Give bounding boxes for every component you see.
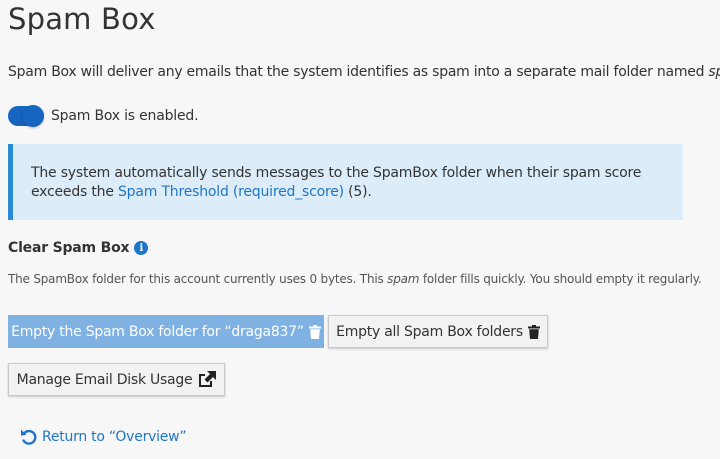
description-text: Spam Box will deliver any emails that th… [8, 64, 709, 80]
empty-user-spam-box-button[interactable]: Empty the Spam Box folder for “draga837” [8, 315, 324, 348]
note-folder-name: spam [387, 272, 420, 286]
note-text-end: folder fills quickly. You should empty i… [419, 272, 702, 286]
page-description: Spam Box will deliver any emails that th… [8, 64, 720, 80]
spam-threshold-link[interactable]: Spam Threshold (required_score) [118, 184, 344, 200]
clear-spam-box-heading: Clear Spam Box i [8, 240, 149, 256]
toggle-knob [22, 105, 44, 127]
manage-disk-button-label: Manage Email Disk Usage [16, 371, 193, 388]
return-link-label: Return to “Overview” [42, 429, 187, 445]
section-title-text: Clear Spam Box [8, 240, 130, 256]
return-to-overview-link[interactable]: Return to “Overview” [20, 428, 187, 446]
undo-icon [21, 429, 37, 445]
spam-box-toggle-row: Spam Box is enabled. [8, 105, 199, 127]
manage-disk-usage-button[interactable]: Manage Email Disk Usage [8, 363, 225, 396]
trash-icon [527, 324, 540, 339]
spam-threshold-info-box: The system automatically sends messages … [8, 144, 683, 220]
page-title: Spam Box [8, 2, 156, 36]
external-link-icon [199, 371, 217, 387]
info-threshold-value: (5). [343, 184, 372, 200]
empty-all-spam-box-button[interactable]: Empty all Spam Box folders [328, 315, 548, 348]
spam-box-toggle[interactable] [8, 105, 44, 127]
empty-user-button-label: Empty the Spam Box folder for “draga837” [11, 323, 304, 340]
toggle-label: Spam Box is enabled. [51, 108, 199, 124]
description-folder-name: spam [708, 64, 720, 80]
note-text: The SpamBox folder for this account curr… [8, 272, 388, 286]
spam-usage-note: The SpamBox folder for this account curr… [8, 270, 708, 288]
info-icon[interactable]: i [134, 241, 149, 255]
trash-icon [308, 324, 321, 339]
empty-all-button-label: Empty all Spam Box folders [336, 323, 523, 340]
